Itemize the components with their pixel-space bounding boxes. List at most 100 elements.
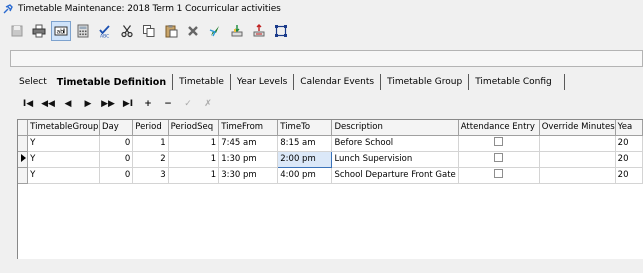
prior-record-button[interactable]: ◀ — [58, 97, 78, 111]
svg-text:ABC: ABC — [100, 34, 109, 39]
delete-button[interactable] — [183, 21, 203, 41]
attendance-checkbox[interactable] — [494, 153, 504, 162]
save-icon — [11, 25, 23, 37]
tab-calendar-events[interactable]: Calendar Events — [294, 74, 382, 90]
cell-timetable-group[interactable]: Y — [27, 167, 100, 184]
cell-time-to[interactable]: 8:15 am — [277, 135, 333, 152]
column-header[interactable]: Day — [99, 120, 134, 136]
cell-year[interactable]: 20 — [615, 167, 643, 184]
export-icon — [253, 24, 265, 37]
tab-timetable-group[interactable]: Timetable Group — [381, 74, 470, 90]
cell-period-seq[interactable]: 1 — [168, 167, 220, 184]
pin-icon — [3, 3, 13, 13]
cell-timetable-group[interactable]: Y — [27, 135, 100, 152]
transfer-button[interactable] — [227, 21, 247, 41]
column-header[interactable]: TimeTo — [277, 120, 333, 136]
cell-time-to[interactable]: 4:00 pm — [277, 167, 333, 184]
cell-day[interactable]: 0 — [99, 135, 134, 152]
cell-override-minutes[interactable] — [539, 167, 616, 184]
cell-period-seq[interactable]: 1 — [168, 135, 220, 152]
next-record-button[interactable]: ▶ — [78, 97, 98, 111]
cell-override-minutes[interactable] — [539, 135, 616, 152]
insert-record-button[interactable]: + — [138, 97, 158, 111]
last-record-button[interactable]: ▶I — [118, 97, 138, 111]
table-row[interactable]: Y 0 2 1 1:30 pm 2:00 pm Lunch Supervisio… — [18, 150, 643, 168]
cell-period[interactable]: 3 — [132, 167, 169, 184]
cell-time-from[interactable]: 3:30 pm — [218, 167, 279, 184]
paste-icon — [165, 25, 178, 38]
row-indicator[interactable] — [18, 135, 29, 152]
spellcheck-button[interactable]: ABC — [95, 21, 115, 41]
cell-year[interactable]: 20 — [615, 135, 643, 152]
cut-icon — [121, 25, 133, 38]
column-header[interactable]: Attendance Entry — [458, 120, 540, 136]
cancel-edit-button[interactable]: ✗ — [198, 97, 218, 111]
calculator-icon — [77, 24, 89, 38]
title-bar: Timetable Maintenance: 2018 Term 1 Cocur… — [0, 0, 643, 17]
timetable-table: TimetableGroup Day Period PeriodSeq Time… — [18, 120, 643, 184]
select-area-button[interactable] — [271, 21, 291, 41]
tab-timetable[interactable]: Timetable — [173, 74, 231, 90]
cell-year[interactable]: 20 — [615, 151, 643, 168]
cell-attendance-entry[interactable] — [458, 167, 540, 184]
column-header[interactable]: Period — [132, 120, 169, 136]
current-row-arrow-icon — [21, 153, 26, 162]
next-page-button[interactable]: ▶▶ — [98, 97, 118, 111]
cell-day[interactable]: 0 — [99, 167, 134, 184]
export-button[interactable] — [249, 21, 269, 41]
cell-period-seq[interactable]: 1 — [168, 151, 220, 168]
text-field-icon: ab — [54, 26, 68, 36]
cell-attendance-entry[interactable] — [458, 151, 540, 168]
pointer-button[interactable] — [205, 21, 225, 41]
save-button[interactable] — [7, 21, 27, 41]
cell-description[interactable]: Lunch Supervision — [331, 151, 459, 168]
delete-record-button[interactable]: − — [158, 97, 178, 111]
tab-timetable-config[interactable]: Timetable Config — [469, 74, 565, 90]
timetable-grid: TimetableGroup Day Period PeriodSeq Time… — [17, 119, 643, 259]
cell-time-to[interactable]: 2:00 pm — [277, 150, 333, 168]
cell-time-from[interactable]: 1:30 pm — [218, 151, 279, 168]
column-header[interactable]: Yea — [615, 120, 643, 136]
column-header[interactable]: PeriodSeq — [168, 120, 220, 136]
attendance-checkbox[interactable] — [494, 137, 504, 146]
paste-button[interactable] — [161, 21, 181, 41]
cut-button[interactable] — [117, 21, 137, 41]
column-header[interactable]: TimeFrom — [218, 120, 279, 136]
cell-period[interactable]: 1 — [132, 135, 169, 152]
cell-description[interactable]: Before School — [331, 135, 459, 152]
cell-override-minutes[interactable] — [539, 151, 616, 168]
calculator-button[interactable] — [73, 21, 93, 41]
delete-icon — [188, 26, 198, 36]
tab-select[interactable]: Select — [17, 74, 51, 90]
row-indicator[interactable] — [18, 167, 29, 184]
table-row[interactable]: Y 0 1 1 7:45 am 8:15 am Before School 20 — [18, 135, 643, 152]
tab-strip: Select Timetable Definition Timetable Ye… — [17, 71, 565, 93]
row-indicator[interactable] — [18, 151, 29, 168]
cell-period[interactable]: 2 — [132, 151, 169, 168]
record-navigator: I◀ ◀◀ ◀ ▶ ▶▶ ▶I + − ✓ ✗ — [18, 97, 218, 111]
table-row[interactable]: Y 0 3 1 3:30 pm 4:00 pm School Departure… — [18, 167, 643, 184]
window-title: Timetable Maintenance: 2018 Term 1 Cocur… — [18, 3, 281, 14]
column-header[interactable]: Description — [331, 120, 459, 136]
cell-time-from[interactable]: 7:45 am — [218, 135, 279, 152]
copy-button[interactable] — [139, 21, 159, 41]
print-button[interactable] — [29, 21, 49, 41]
svg-text:ab: ab — [57, 29, 65, 36]
attendance-checkbox[interactable] — [494, 169, 504, 178]
cell-description[interactable]: School Departure Front Gate — [331, 167, 459, 184]
post-edit-button[interactable]: ✓ — [178, 97, 198, 111]
cell-timetable-group[interactable]: Y — [27, 151, 100, 168]
tab-year-levels[interactable]: Year Levels — [231, 74, 295, 90]
first-record-button[interactable]: I◀ — [18, 97, 38, 111]
print-icon — [32, 24, 46, 38]
copy-icon — [143, 25, 155, 37]
tab-timetable-definition[interactable]: Timetable Definition — [51, 74, 174, 90]
column-header[interactable]: TimetableGroup — [27, 120, 100, 136]
row-indicator-header — [18, 120, 29, 136]
cell-attendance-entry[interactable] — [458, 135, 540, 152]
cell-day[interactable]: 0 — [99, 151, 134, 168]
text-field-button[interactable]: ab — [51, 21, 71, 41]
column-header[interactable]: Override Minutes — [539, 120, 616, 136]
header-row: TimetableGroup Day Period PeriodSeq Time… — [18, 120, 643, 136]
prior-page-button[interactable]: ◀◀ — [38, 97, 58, 111]
